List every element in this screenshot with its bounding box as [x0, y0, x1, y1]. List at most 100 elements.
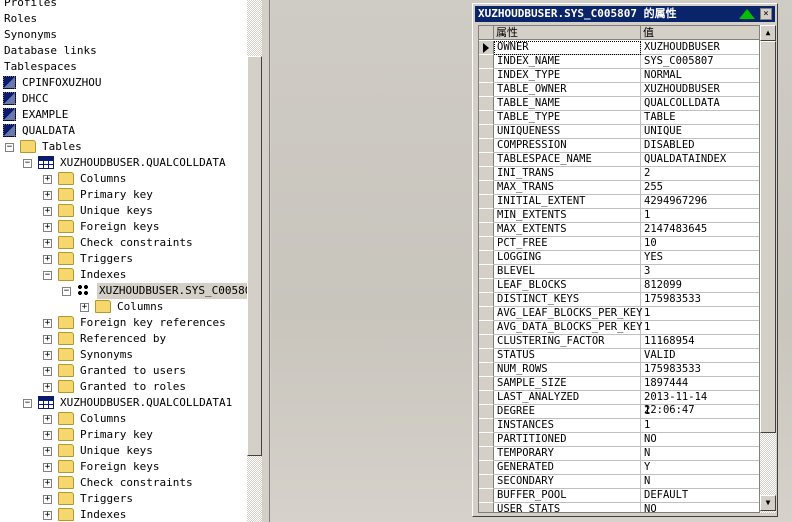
property-row[interactable]: GENERATED Y — [479, 461, 759, 475]
row-selector[interactable] — [479, 293, 494, 307]
property-row[interactable]: INI_TRANS 2 — [479, 167, 759, 181]
row-selector[interactable] — [479, 83, 494, 97]
tree-node[interactable]: + Primary key — [0, 187, 247, 203]
tree-node[interactable]: Roles — [0, 11, 247, 27]
row-selector[interactable] — [479, 251, 494, 265]
property-row[interactable]: NUM_ROWS 175983533 — [479, 363, 759, 377]
tree-node[interactable]: + Columns — [0, 299, 247, 315]
tree-node[interactable]: EXAMPLE — [0, 107, 247, 123]
close-button[interactable]: × — [760, 8, 772, 20]
expand-icon[interactable]: + — [43, 367, 52, 376]
tree-node[interactable]: + Triggers — [0, 251, 247, 267]
tree-node[interactable]: DHCC — [0, 91, 247, 107]
tree-node[interactable]: Synonyms — [0, 27, 247, 43]
row-selector[interactable] — [479, 391, 494, 405]
row-selector[interactable] — [479, 419, 494, 433]
row-selector[interactable] — [479, 209, 494, 223]
property-row[interactable]: BUFFER_POOL DEFAULT — [479, 489, 759, 503]
tree-node[interactable]: + Foreign keys — [0, 459, 247, 475]
collapse-icon[interactable]: − — [62, 287, 71, 296]
row-selector[interactable] — [479, 321, 494, 335]
tree-node[interactable]: Database links — [0, 43, 247, 59]
expand-icon[interactable]: + — [43, 207, 52, 216]
expand-icon[interactable]: + — [43, 175, 52, 184]
row-selector[interactable] — [479, 489, 494, 503]
window-title-bar[interactable]: XUZHOUDBUSER.SYS_C005807 的属性 × — [475, 6, 775, 22]
tree-node[interactable]: + Triggers — [0, 491, 247, 507]
property-row[interactable]: SECONDARY N — [479, 475, 759, 489]
row-selector[interactable] — [479, 433, 494, 447]
tree-node[interactable]: + Synonyms — [0, 347, 247, 363]
row-selector[interactable] — [479, 307, 494, 321]
expand-icon[interactable]: + — [43, 447, 52, 456]
tree-node[interactable]: + Foreign keys — [0, 219, 247, 235]
row-selector[interactable] — [479, 377, 494, 391]
row-selector[interactable] — [479, 97, 494, 111]
tree-node[interactable]: + Indexes — [0, 507, 247, 522]
property-row[interactable]: STATUS VALID — [479, 349, 759, 363]
property-row[interactable]: AVG_DATA_BLOCKS_PER_KEY 1 — [479, 321, 759, 335]
property-row[interactable]: INITIAL_EXTENT 4294967296 — [479, 195, 759, 209]
panel-splitter[interactable] — [262, 0, 270, 522]
row-selector[interactable] — [479, 335, 494, 349]
row-selector[interactable] — [479, 237, 494, 251]
property-row[interactable]: TEMPORARY N — [479, 447, 759, 461]
tree-node[interactable]: Tablespaces — [0, 59, 247, 75]
property-row[interactable]: TABLE_TYPE TABLE — [479, 111, 759, 125]
tree-scrollbar-thumb[interactable] — [247, 56, 262, 456]
property-row[interactable]: SAMPLE_SIZE 1897444 — [479, 377, 759, 391]
expand-icon[interactable]: + — [43, 479, 52, 488]
row-selector[interactable] — [479, 139, 494, 153]
tree-node[interactable]: + Granted to roles — [0, 379, 247, 395]
grid-scrollbar-thumb[interactable] — [760, 41, 776, 433]
row-selector[interactable] — [479, 125, 494, 139]
tree-node[interactable]: + Columns — [0, 411, 247, 427]
row-selector[interactable] — [479, 475, 494, 489]
property-row[interactable]: USER_STATS NO — [479, 503, 759, 512]
expand-icon[interactable]: + — [43, 463, 52, 472]
tree-node[interactable]: + Referenced by — [0, 331, 247, 347]
tree-node[interactable]: Profiles — [0, 0, 247, 11]
property-row[interactable]: TABLE_OWNER XUZHOUDBUSER — [479, 83, 759, 97]
grid-vertical-scrollbar[interactable]: ▲ ▼ — [760, 25, 776, 513]
property-row[interactable]: AVG_LEAF_BLOCKS_PER_KEY 1 — [479, 307, 759, 321]
row-selector[interactable] — [479, 69, 494, 83]
column-header-property[interactable]: 属性 — [494, 26, 641, 40]
tree-node[interactable]: + Columns — [0, 171, 247, 187]
tree-node[interactable]: + Check constraints — [0, 235, 247, 251]
tree-node[interactable]: + Check constraints — [0, 475, 247, 491]
property-row[interactable]: PCT_FREE 10 — [479, 237, 759, 251]
row-selector[interactable] — [479, 111, 494, 125]
expand-icon[interactable]: + — [43, 431, 52, 440]
property-row[interactable]: LAST_ANALYZED 2013-11-14 22:06:47 — [479, 391, 759, 416]
row-selector[interactable] — [479, 265, 494, 279]
object-browser-tree[interactable]: Profiles Roles Synonyms Database links Table… — [0, 0, 247, 522]
tree-node[interactable]: − XUZHOUDBUSER.QUALCOLLDATA1 — [0, 395, 247, 411]
property-row[interactable]: PARTITIONED NO — [479, 433, 759, 447]
tree-node[interactable]: + Foreign key references — [0, 315, 247, 331]
property-row[interactable]: LEAF_BLOCKS 812099 — [479, 279, 759, 293]
tree-node[interactable]: QUALDATA — [0, 123, 247, 139]
property-row[interactable]: DISTINCT_KEYS 175983533 — [479, 293, 759, 307]
tree-node[interactable]: − Indexes — [0, 267, 247, 283]
property-row[interactable]: TABLE_NAME QUALCOLLDATA — [479, 97, 759, 111]
row-selector[interactable] — [479, 363, 494, 377]
tree-node[interactable]: + Granted to users — [0, 363, 247, 379]
expand-icon[interactable]: + — [43, 191, 52, 200]
expand-icon[interactable]: + — [43, 223, 52, 232]
expand-icon[interactable]: + — [43, 383, 52, 392]
row-selector[interactable] — [479, 153, 494, 167]
expand-icon[interactable]: + — [43, 351, 52, 360]
expand-icon[interactable]: + — [43, 255, 52, 264]
row-selector[interactable] — [479, 181, 494, 195]
expand-icon[interactable]: + — [43, 415, 52, 424]
property-row[interactable]: MAX_TRANS 255 — [479, 181, 759, 195]
tree-node[interactable]: + Unique keys — [0, 443, 247, 459]
tree-node[interactable]: CPINFOXUZHOU — [0, 75, 247, 91]
property-row[interactable]: MIN_EXTENTS 1 — [479, 209, 759, 223]
row-selector[interactable] — [479, 41, 494, 55]
expand-icon[interactable]: + — [80, 303, 89, 312]
expand-icon[interactable]: + — [43, 319, 52, 328]
tree-node[interactable]: − XUZHOUDBUSER.SYS_C005807 — [0, 283, 247, 299]
row-selector[interactable] — [479, 405, 494, 419]
